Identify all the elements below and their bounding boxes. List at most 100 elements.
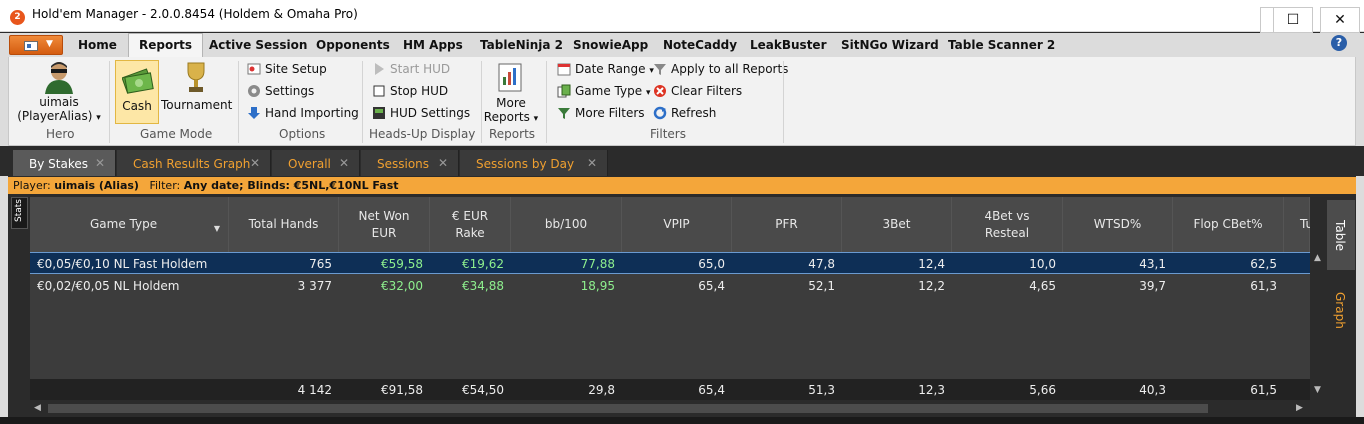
cell-vpip: 65,0 xyxy=(698,257,725,271)
more-filters-button[interactable]: More Filters xyxy=(557,106,645,120)
hand-importing-button[interactable]: Hand Importing xyxy=(247,106,359,120)
tab-close-icon[interactable]: ✕ xyxy=(339,156,349,170)
tab-close-icon[interactable]: ✕ xyxy=(438,156,448,170)
column-header-4bet-vs-resteal[interactable]: 4Bet vs Resteal xyxy=(952,197,1063,252)
close-button[interactable]: ✕ xyxy=(1320,7,1360,33)
more-reports-label-line2: Reports ▾ xyxy=(483,110,539,124)
cell-rake: €19,62 xyxy=(462,257,504,271)
cell-net-won: €59,58 xyxy=(381,257,423,271)
tab-snowieapp[interactable]: SnowieApp xyxy=(573,38,648,52)
tab-close-icon[interactable]: ✕ xyxy=(587,156,597,170)
window-frame-right xyxy=(1356,33,1364,424)
vertical-scrollbar[interactable]: ▲ ▼ xyxy=(1310,197,1327,400)
group-label-reports: Reports xyxy=(489,127,536,141)
settings-button[interactable]: Settings xyxy=(247,84,314,98)
site-setup-button[interactable]: Site Setup xyxy=(247,62,327,76)
report-chart-icon xyxy=(498,63,522,92)
maximize-button[interactable]: ☐ xyxy=(1273,7,1313,33)
tab-cash-results-graph[interactable]: Cash Results Graph ✕ xyxy=(117,150,271,176)
column-header-rake[interactable]: € EUR Rake xyxy=(430,197,511,252)
tab-notecaddy[interactable]: NoteCaddy xyxy=(663,38,737,52)
application-menu-button[interactable]: ▼ xyxy=(9,35,63,55)
column-header-wtsd[interactable]: WTSD% xyxy=(1063,197,1173,252)
ribbon-separator xyxy=(238,61,239,143)
tab-close-icon[interactable]: ✕ xyxy=(250,156,260,170)
tab-leakbuster[interactable]: LeakBuster xyxy=(750,38,827,52)
total-vpip: 65,4 xyxy=(698,383,725,397)
tab-opponents[interactable]: Opponents xyxy=(316,38,390,52)
scroll-down-icon[interactable]: ▼ xyxy=(1314,385,1321,395)
table-row[interactable]: €0,02/€0,05 NL Holdem 3 377 €32,00 €34,8… xyxy=(30,275,1310,297)
scroll-right-icon[interactable]: ▶ xyxy=(1296,403,1303,413)
group-label-hud: Heads-Up Display xyxy=(369,127,476,141)
window-frame-left xyxy=(0,33,8,424)
hero-selector[interactable]: uimais (PlayerAlias) ▾ xyxy=(13,59,105,125)
apply-to-all-reports-button[interactable]: Apply to all Reports xyxy=(653,62,788,76)
play-icon xyxy=(375,63,384,75)
date-range-filter-button[interactable]: Date Range ▾ xyxy=(557,62,654,76)
graph-view-tab[interactable]: Graph xyxy=(1327,280,1355,340)
calendar-icon xyxy=(557,63,571,76)
tab-close-icon[interactable]: ✕ xyxy=(95,156,105,170)
tab-reports[interactable]: Reports xyxy=(128,33,204,58)
refresh-button[interactable]: Refresh xyxy=(653,106,716,120)
game-type-filter-button[interactable]: Game Type ▾ xyxy=(557,84,650,98)
column-header-pfr[interactable]: PFR xyxy=(732,197,842,252)
dropdown-arrow-icon: ▾ xyxy=(533,114,539,124)
column-header-game-type[interactable]: Game Type ▼ xyxy=(30,197,229,252)
active-filter-bar: Player: uimais (Alias) Filter: Any date;… xyxy=(8,177,1356,194)
cash-mode-button[interactable]: Cash xyxy=(115,60,159,124)
scroll-up-icon[interactable]: ▲ xyxy=(1314,253,1321,263)
tab-sessions-by-day[interactable]: Sessions by Day ✕ xyxy=(460,150,608,176)
column-header-3bet[interactable]: 3Bet xyxy=(842,197,952,252)
tab-by-stakes[interactable]: By Stakes ✕ xyxy=(13,150,116,176)
tab-active-session[interactable]: Active Session xyxy=(209,38,307,52)
help-icon[interactable]: ? xyxy=(1331,35,1347,51)
scroll-left-icon[interactable]: ◀ xyxy=(34,403,41,413)
table-view-tab[interactable]: Table xyxy=(1327,200,1355,270)
cell-bb100: 18,95 xyxy=(580,279,615,293)
stats-side-tab[interactable]: Stats xyxy=(11,197,28,229)
cell-3bet: 12,4 xyxy=(918,257,945,271)
total-wtsd: 40,3 xyxy=(1139,383,1166,397)
sort-dropdown-icon[interactable]: ▼ xyxy=(214,220,220,237)
status-strip xyxy=(0,417,1364,424)
tab-sessions[interactable]: Sessions ✕ xyxy=(361,150,459,176)
ribbon-separator xyxy=(546,61,547,143)
cell-pfr: 52,1 xyxy=(808,279,835,293)
column-header-vpip[interactable]: VPIP xyxy=(622,197,732,252)
tab-tableninja[interactable]: TableNinja 2 xyxy=(480,38,563,52)
horizontal-scroll-thumb[interactable] xyxy=(48,404,1208,413)
clear-filters-button[interactable]: Clear Filters xyxy=(653,84,742,98)
ribbon-separator xyxy=(481,61,482,143)
more-reports-button[interactable]: More Reports ▾ xyxy=(483,60,539,124)
cell-game-type: €0,02/€0,05 NL Holdem xyxy=(37,279,180,293)
totals-row: 4 142 €91,58 €54,50 29,8 65,4 51,3 12,3 … xyxy=(30,379,1310,400)
tournament-mode-button[interactable]: Tournament xyxy=(161,60,232,124)
hud-settings-button[interactable]: HUD Settings xyxy=(372,106,470,120)
tab-home[interactable]: Home xyxy=(78,38,117,52)
column-header-bb100[interactable]: bb/100 xyxy=(511,197,622,252)
tab-table-scanner[interactable]: Table Scanner 2 xyxy=(948,38,1055,52)
tab-hm-apps[interactable]: HM Apps xyxy=(403,38,463,52)
start-hud-button[interactable]: Start HUD xyxy=(372,62,450,76)
stop-hud-button[interactable]: Stop HUD xyxy=(372,84,448,98)
cell-3bet: 12,2 xyxy=(918,279,945,293)
table-row[interactable]: €0,05/€0,10 NL Fast Holdem 765 €59,58 €1… xyxy=(30,252,1310,274)
total-net-won: €91,58 xyxy=(381,383,423,397)
player-avatar-icon xyxy=(45,62,73,94)
ribbon-panel: uimais (PlayerAlias) ▾ Hero Cash Tournam… xyxy=(8,57,1356,146)
column-header-net-won[interactable]: Net Won EUR xyxy=(339,197,430,252)
column-header-truncated[interactable]: Tu xyxy=(1284,197,1313,252)
tab-sitngo-wizard[interactable]: SitNGo Wizard xyxy=(841,38,939,52)
player-value: uimais (Alias) xyxy=(54,179,139,192)
cell-bb100: 77,88 xyxy=(580,257,615,271)
horizontal-scrollbar[interactable]: ◀ ▶ xyxy=(30,400,1310,417)
column-header-total-hands[interactable]: Total Hands xyxy=(229,197,339,252)
column-header-flop-cbet[interactable]: Flop CBet% xyxy=(1173,197,1284,252)
stop-icon xyxy=(373,85,385,97)
window-title: Hold'em Manager - 2.0.0.8454 (Holdem & O… xyxy=(32,7,358,21)
tab-overall[interactable]: Overall ✕ xyxy=(272,150,360,176)
gear-icon xyxy=(248,85,260,97)
total-bb100: 29,8 xyxy=(588,383,615,397)
